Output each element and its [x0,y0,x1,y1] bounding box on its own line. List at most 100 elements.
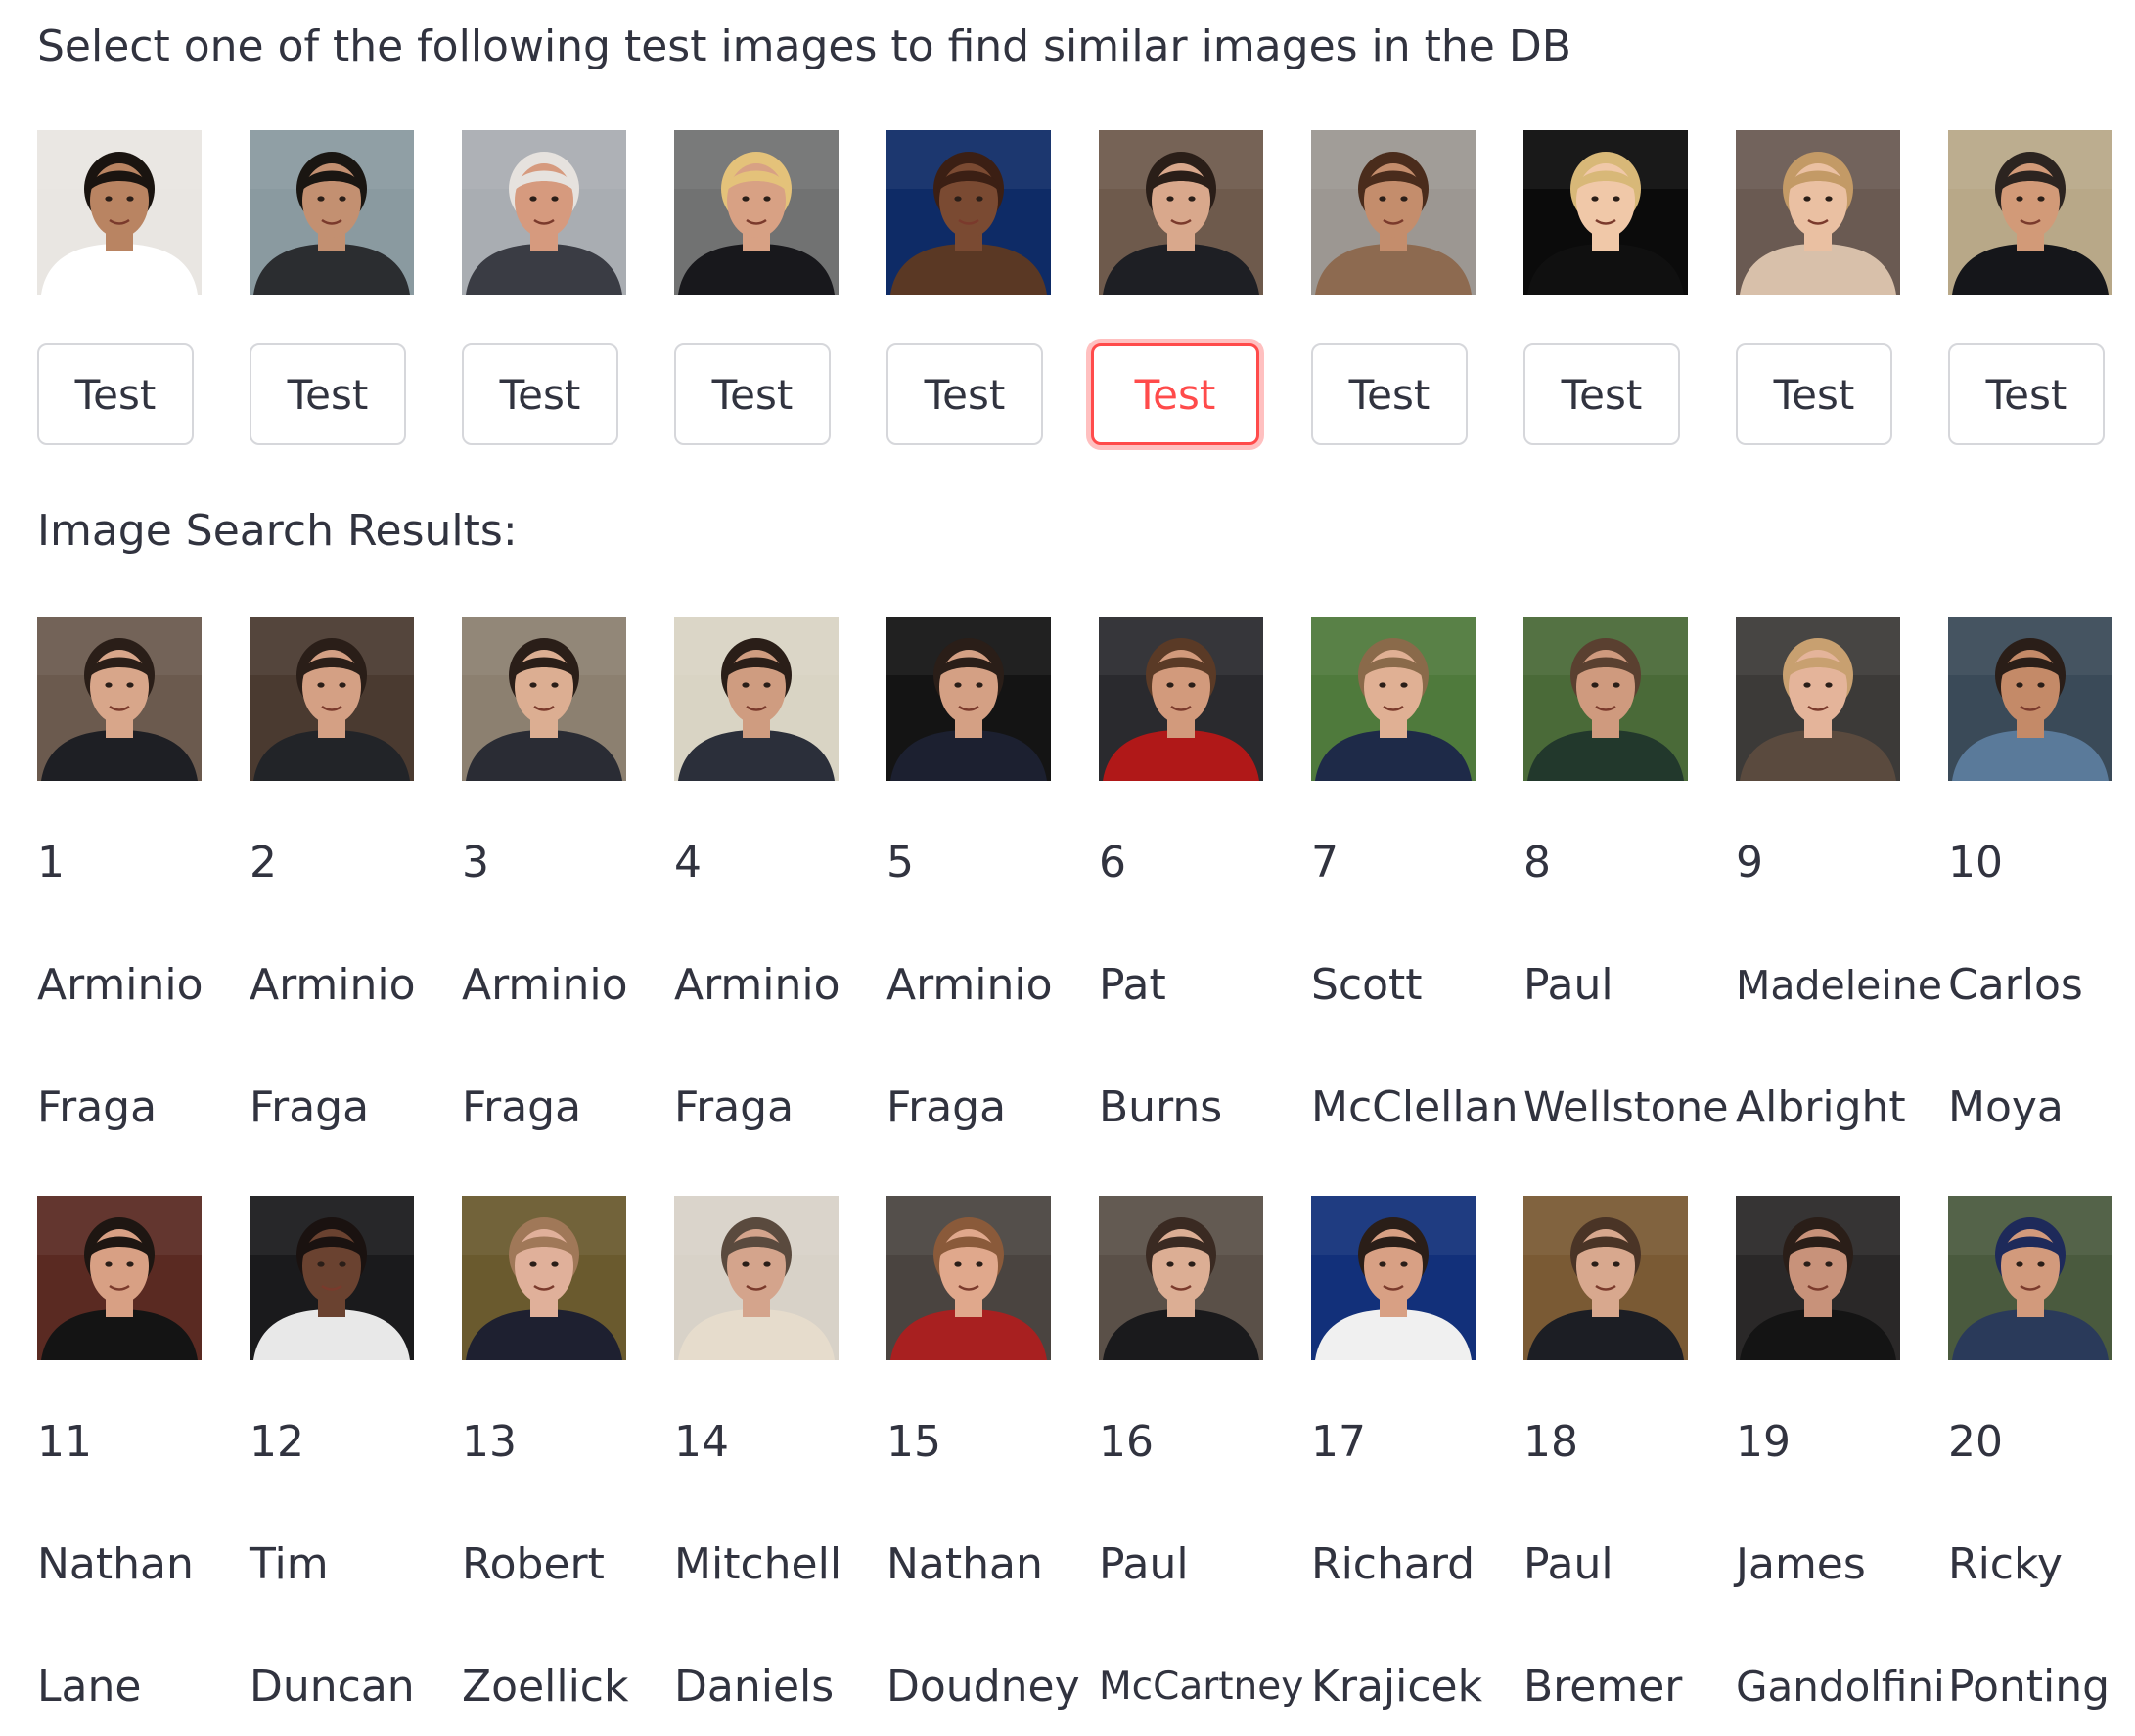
portrait-graphic [1736,1196,1900,1360]
portrait-graphic [462,617,626,781]
result-image [1311,1196,1476,1360]
portrait-graphic [1311,130,1476,295]
test-image [674,130,839,295]
portrait-graphic [1736,130,1900,295]
test-image [1736,130,1900,295]
result-last-name: Ponting [1948,1662,2111,1712]
portrait-graphic [1311,617,1476,781]
result-last-name: Fraga [674,1082,795,1132]
result-rank: 8 [1523,838,1551,888]
result-last-name: Moya [1948,1082,2064,1132]
result-image [674,1196,839,1360]
result-rank: 13 [462,1417,517,1467]
portrait-graphic [886,617,1051,781]
prompt-text: Select one of the following test images … [37,22,1571,71]
portrait-graphic [1099,130,1263,295]
portrait-graphic [37,617,202,781]
result-first-name: Arminio [462,960,628,1010]
result-rank: 14 [674,1417,729,1467]
result-rank: 19 [1736,1417,1791,1467]
test-button[interactable]: Test [674,343,831,445]
test-image [886,130,1051,295]
result-image [1736,1196,1900,1360]
result-rank: 10 [1948,838,2003,888]
test-button[interactable]: Test [886,343,1043,445]
result-rank: 3 [462,838,489,888]
portrait-graphic [674,130,839,295]
result-last-name: Fraga [250,1082,370,1132]
result-last-name: Wellstone [1523,1083,1729,1132]
portrait-graphic [674,1196,839,1360]
result-last-name: Fraga [37,1082,158,1132]
test-image [37,130,202,295]
result-image [1099,1196,1263,1360]
result-first-name: Carlos [1948,960,2083,1010]
portrait-graphic [1099,617,1263,781]
portrait-graphic [1948,130,2112,295]
result-first-name: Paul [1099,1539,1189,1589]
result-last-name: Gandolfini [1736,1663,1945,1711]
portrait-graphic [1736,617,1900,781]
test-button[interactable]: Test [1523,343,1680,445]
result-last-name: Fraga [886,1082,1007,1132]
result-rank: 2 [250,838,277,888]
test-button[interactable]: Test [462,343,618,445]
result-image [886,1196,1051,1360]
result-rank: 5 [886,838,914,888]
portrait-graphic [1523,1196,1688,1360]
test-image [250,130,414,295]
result-image [250,617,414,781]
result-rank: 18 [1523,1417,1578,1467]
result-first-name: James [1736,1539,1866,1589]
result-image [886,617,1051,781]
result-last-name: Albright [1736,1082,1906,1132]
portrait-graphic [1523,130,1688,295]
result-first-name: Pat [1099,960,1166,1010]
test-button[interactable]: Test [1736,343,1892,445]
result-image [1948,617,2112,781]
test-button[interactable]: Test [1948,343,2105,445]
result-first-name: Arminio [250,960,416,1010]
portrait-graphic [462,1196,626,1360]
portrait-graphic [886,130,1051,295]
result-last-name: Burns [1099,1082,1223,1132]
result-last-name: McCartney [1099,1665,1304,1709]
result-first-name: Nathan [886,1539,1043,1589]
test-button[interactable]: Test [37,343,194,445]
result-last-name: Doudney [886,1662,1080,1712]
portrait-graphic [37,130,202,295]
result-rank: 20 [1948,1417,2003,1467]
result-last-name: Duncan [250,1662,415,1712]
result-last-name: Lane [37,1662,142,1712]
result-rank: 1 [37,838,65,888]
result-first-name: Arminio [886,960,1053,1010]
portrait-graphic [886,1196,1051,1360]
test-image [462,130,626,295]
results-heading: Image Search Results: [37,506,518,556]
result-last-name: McClellan [1311,1082,1519,1132]
result-rank: 15 [886,1417,941,1467]
result-first-name: Arminio [674,960,840,1010]
result-first-name: Robert [462,1539,605,1589]
portrait-graphic [250,130,414,295]
test-image [1099,130,1263,295]
result-image [1523,1196,1688,1360]
portrait-graphic [462,130,626,295]
portrait-graphic [674,617,839,781]
test-button[interactable]: Test [250,343,406,445]
result-image [674,617,839,781]
result-image [1948,1196,2112,1360]
result-rank: 6 [1099,838,1126,888]
result-rank: 7 [1311,838,1339,888]
result-first-name: Nathan [37,1539,194,1589]
portrait-graphic [1948,617,2112,781]
test-button[interactable]: Test [1091,343,1259,445]
portrait-graphic [250,617,414,781]
portrait-graphic [250,1196,414,1360]
result-first-name: Ricky [1948,1539,2063,1589]
result-image [462,1196,626,1360]
result-rank: 9 [1736,838,1763,888]
test-button[interactable]: Test [1311,343,1468,445]
result-rank: 17 [1311,1417,1366,1467]
result-image [37,617,202,781]
